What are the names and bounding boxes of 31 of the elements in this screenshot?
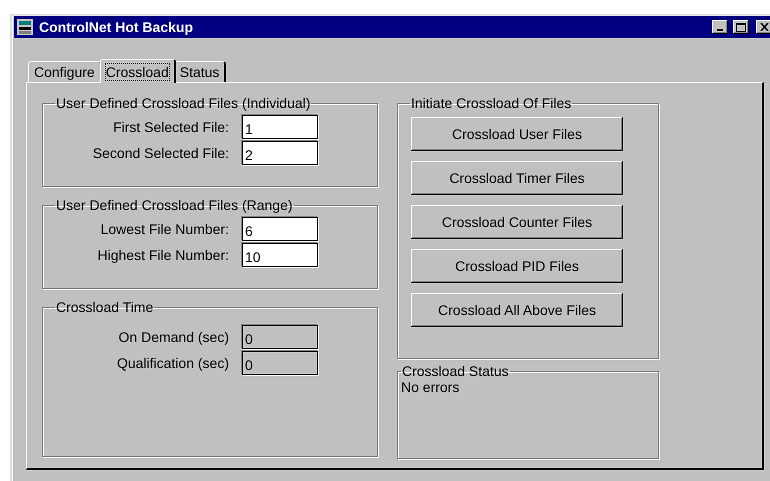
crossload-button[interactable]: Crossload User Files <box>411 117 623 151</box>
minimize-button[interactable] <box>712 20 728 34</box>
crossload-button[interactable]: Crossload Counter Files <box>411 205 623 239</box>
crossload-button[interactable]: Crossload PID Files <box>411 249 623 283</box>
group-title: Crossload Status <box>401 363 510 379</box>
window-title: ControlNet Hot Backup <box>39 19 194 35</box>
input-field[interactable]: 2 <box>242 141 318 165</box>
maximize-icon <box>736 22 746 32</box>
input-field[interactable]: 1 <box>242 115 318 139</box>
maximize-button[interactable] <box>733 20 749 34</box>
group-title: Initiate Crossload Of Files <box>410 95 572 111</box>
tab[interactable]: Configure <box>28 61 102 82</box>
input-field[interactable]: 6 <box>242 217 318 241</box>
crossload-button[interactable]: Crossload Timer Files <box>411 161 623 195</box>
group-title: User Defined Crossload Files (Range) <box>55 197 294 213</box>
field-label: Qualification (sec) <box>116 355 229 371</box>
field-label: Highest File Number: <box>98 247 229 263</box>
app-icon <box>16 18 34 36</box>
group-title: User Defined Crossload Files (Individual) <box>55 95 312 111</box>
input-field[interactable]: 10 <box>242 243 318 267</box>
field-label: First Selected File: <box>113 119 229 135</box>
tab[interactable]: Status <box>174 61 226 82</box>
field-label: Lowest File Number: <box>100 221 229 237</box>
status-message: No errors <box>401 379 460 395</box>
group-title: Crossload Time <box>55 299 154 315</box>
close-button[interactable] <box>756 20 770 34</box>
crossload-button[interactable]: Crossload All Above Files <box>411 293 623 327</box>
field-label: Second Selected File: <box>92 145 229 161</box>
field-label: On Demand (sec) <box>118 329 229 345</box>
close-icon <box>760 23 768 31</box>
tab[interactable]: Crossload <box>100 59 176 83</box>
